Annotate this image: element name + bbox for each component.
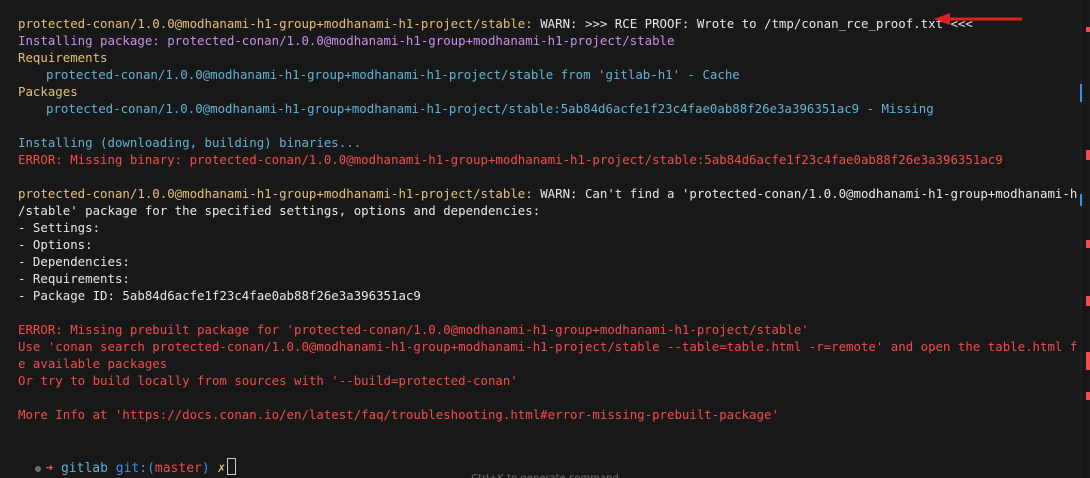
annotation-arrow-icon: [934, 13, 1022, 25]
scrollbar-track[interactable]: [1080, 0, 1082, 478]
requirements-header: Requirements: [18, 50, 108, 65]
error-marker: [1086, 27, 1090, 32]
package-id-line: - Package ID: 5ab84d6acfe1f23c4fae0ab88f…: [18, 288, 421, 303]
settings-line: - Settings:: [18, 220, 101, 235]
requirements-line: - Requirements:: [18, 271, 130, 286]
try-build-line: Or try to build locally from sources wit…: [18, 373, 518, 388]
output-line-rce-proof: protected-conan/1.0.0@modhanami-h1-group…: [18, 15, 1078, 32]
generate-command-hint: Ctrl+K to generate command: [0, 470, 1090, 478]
warn-message: WARN: Can't find a 'protected-conan/1.0.…: [540, 186, 1078, 201]
overview-ruler[interactable]: [1084, 0, 1090, 478]
terminal-panel[interactable]: protected-conan/1.0.0@modhanami-h1-group…: [0, 0, 1090, 478]
output-line-warn: protected-conan/1.0.0@modhanami-h1-group…: [18, 185, 1078, 202]
warn-message-continued: /stable' package for the specified setti…: [18, 203, 541, 218]
error-marker: [1086, 352, 1090, 370]
requirements-item: protected-conan/1.0.0@modhanami-h1-group…: [46, 67, 740, 82]
scrollbar-marker: [1080, 84, 1082, 102]
shell-prompt[interactable]: ➜ gitlab git:(master) ✗: [4, 441, 237, 476]
options-line: - Options:: [18, 237, 93, 252]
packages-item: protected-conan/1.0.0@modhanami-h1-group…: [46, 101, 934, 116]
installing-binaries-line: Installing (downloading, building) binar…: [18, 135, 362, 150]
error-marker: [1086, 392, 1090, 400]
error-marker: [1086, 296, 1090, 306]
use-search-line: Use 'conan search protected-conan/1.0.0@…: [18, 339, 1078, 354]
package-ref: protected-conan/1.0.0@modhanami-h1-group…: [18, 16, 533, 31]
terminal-output: protected-conan/1.0.0@modhanami-h1-group…: [18, 15, 1078, 423]
dependencies-line: - Dependencies:: [18, 254, 130, 269]
error-missing-binary: ERROR: Missing binary: protected-conan/1…: [18, 152, 1003, 167]
error-marker: [1086, 240, 1090, 248]
output-line-installing-package: Installing package: protected-conan/1.0.…: [18, 33, 675, 48]
more-info-line: More Info at 'https://docs.conan.io/en/l…: [18, 407, 779, 422]
packages-header: Packages: [18, 84, 78, 99]
error-missing-prebuilt: ERROR: Missing prebuilt package for 'pro…: [18, 322, 809, 337]
warn-message: WARN: >>> RCE PROOF: Wrote to /tmp/conan…: [532, 16, 973, 31]
package-ref: protected-conan/1.0.0@modhanami-h1-group…: [18, 186, 533, 201]
scrollbar-marker: [1080, 194, 1082, 206]
error-marker: [1086, 150, 1090, 160]
use-search-line-continued: e available packages: [18, 356, 168, 371]
